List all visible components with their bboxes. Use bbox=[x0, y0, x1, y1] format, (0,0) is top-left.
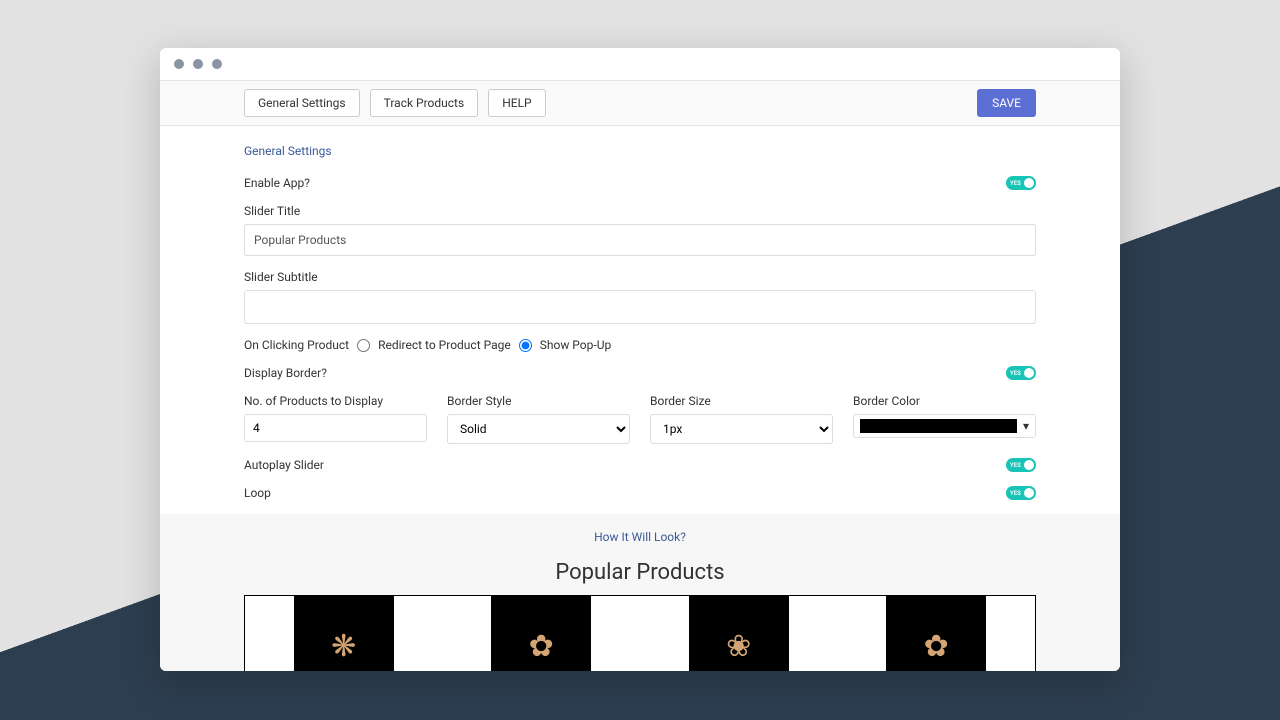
product-card[interactable]: ✿ 18k Wire Bloom Earrings INR 449.00 bbox=[838, 596, 1036, 671]
titlebar bbox=[160, 48, 1120, 80]
num-products-input[interactable] bbox=[244, 414, 427, 442]
num-products-label: No. of Products to Display bbox=[244, 394, 427, 408]
border-style-label: Border Style bbox=[447, 394, 630, 408]
redirect-label: Redirect to Product Page bbox=[378, 338, 511, 352]
section-title: General Settings bbox=[244, 144, 1036, 158]
general-settings-tab[interactable]: General Settings bbox=[244, 89, 360, 117]
border-size-label: Border Size bbox=[650, 394, 833, 408]
product-image: ✿ bbox=[886, 596, 986, 671]
slider-title-input[interactable] bbox=[244, 224, 1036, 256]
product-card[interactable]: ✿ 14k Wire Bloom Earrings INR 449.00 bbox=[443, 596, 641, 671]
enable-app-label: Enable App? bbox=[244, 176, 310, 190]
save-button[interactable]: SAVE bbox=[977, 89, 1036, 117]
settings-form: General Settings Enable App? YES Slider … bbox=[160, 126, 1120, 500]
on-click-label: On Clicking Product bbox=[244, 338, 349, 352]
window-dot[interactable] bbox=[212, 59, 222, 69]
border-size-select[interactable]: 1px bbox=[650, 414, 833, 444]
track-products-tab[interactable]: Track Products bbox=[370, 89, 479, 117]
preview-link[interactable]: How It Will Look? bbox=[594, 530, 686, 544]
border-style-select[interactable]: Solid bbox=[447, 414, 630, 444]
color-swatch bbox=[860, 419, 1017, 433]
product-slider: ❋ 14k Dangling Pendant Earrings INR 619.… bbox=[244, 595, 1036, 671]
app-window: General Settings Track Products HELP SAV… bbox=[160, 48, 1120, 671]
slider-subtitle-input[interactable] bbox=[244, 290, 1036, 324]
preview-section: How It Will Look? Popular Products ❋ 14k… bbox=[160, 514, 1120, 671]
loop-toggle[interactable]: YES bbox=[1006, 486, 1036, 500]
product-card[interactable]: ❀ 18k Bloom Pendant INR 279.00 bbox=[640, 596, 838, 671]
chevron-down-icon: ▾ bbox=[1023, 419, 1029, 433]
slider-subtitle-label: Slider Subtitle bbox=[244, 270, 1036, 284]
redirect-radio[interactable] bbox=[357, 339, 370, 352]
popup-label: Show Pop-Up bbox=[540, 338, 611, 352]
slider-title-label: Slider Title bbox=[244, 204, 1036, 218]
enable-app-toggle[interactable]: YES bbox=[1006, 176, 1036, 190]
window-dot[interactable] bbox=[193, 59, 203, 69]
display-border-toggle[interactable]: YES bbox=[1006, 366, 1036, 380]
toolbar: General Settings Track Products HELP SAV… bbox=[160, 80, 1120, 126]
product-image: ❀ bbox=[689, 596, 789, 671]
product-image: ❋ bbox=[294, 596, 394, 671]
autoplay-toggle[interactable]: YES bbox=[1006, 458, 1036, 472]
display-border-label: Display Border? bbox=[244, 366, 327, 380]
loop-label: Loop bbox=[244, 486, 271, 500]
popup-radio[interactable] bbox=[519, 339, 532, 352]
window-dot[interactable] bbox=[174, 59, 184, 69]
product-card[interactable]: ❋ 14k Dangling Pendant Earrings INR 619.… bbox=[245, 596, 443, 671]
autoplay-label: Autoplay Slider bbox=[244, 458, 324, 472]
border-color-select[interactable]: ▾ bbox=[853, 414, 1036, 438]
product-image: ✿ bbox=[491, 596, 591, 671]
border-color-label: Border Color bbox=[853, 394, 1036, 408]
help-tab[interactable]: HELP bbox=[488, 89, 545, 117]
preview-title: Popular Products bbox=[244, 560, 1036, 585]
